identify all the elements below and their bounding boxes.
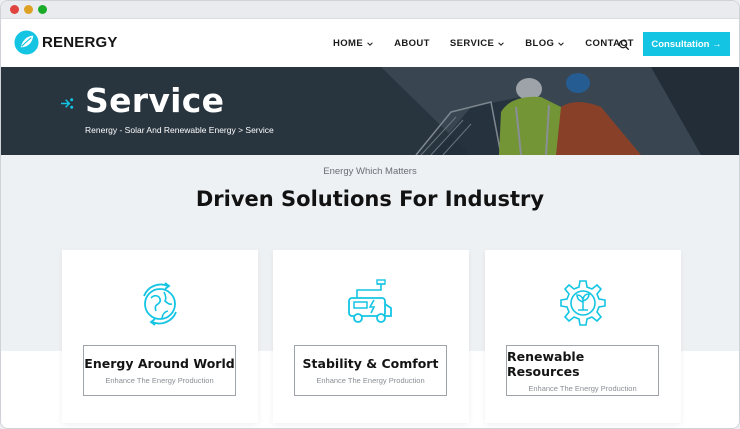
breadcrumb[interactable]: Renergy - Solar And Renewable Energy > S… [85,125,274,135]
logo-leaf-icon [14,30,39,55]
browser-window: RENERGY HOME ABOUT SERVICE BLOG CONTACT [0,0,740,429]
gear-plant-icon [560,280,606,326]
window-titlebar [1,1,739,19]
electric-van-icon [348,279,392,323]
nav-service-label: SERVICE [449,38,495,49]
nav-blog-label: BLOG [525,38,555,49]
nav-blog[interactable]: BLOG [525,38,565,49]
service-card-description: Enhance The Energy Production [105,376,214,385]
page-hero-banner: Service Renergy - Solar And Renewable En… [1,67,739,155]
logo-text: RENERGY [42,34,118,51]
hero-decoration-icon [61,98,74,109]
service-card-renewable-resources[interactable]: Renewable Resources Enhance The Energy P… [485,250,681,423]
service-card-title: Energy Around World [84,356,235,371]
main-nav: HOME ABOUT SERVICE BLOG CONTACT [333,38,634,49]
service-card-energy-around-world[interactable]: Energy Around World Enhance The Energy P… [62,250,258,423]
minimize-window-button[interactable] [24,5,33,14]
chevron-down-icon [498,41,505,46]
service-card-stability-comfort[interactable]: Stability & Comfort Enhance The Energy P… [273,250,469,423]
close-window-button[interactable] [10,5,19,14]
search-icon[interactable] [618,39,630,51]
chevron-down-icon [558,41,565,46]
service-card-label-box: Energy Around World Enhance The Energy P… [83,345,236,396]
site-header: RENERGY HOME ABOUT SERVICE BLOG CONTACT [1,19,739,67]
nav-home[interactable]: HOME [333,38,374,49]
globe-recycle-icon [143,282,177,326]
page-title: Service [85,81,225,120]
nav-about-label: ABOUT [394,38,430,49]
nav-about[interactable]: ABOUT [394,38,430,49]
service-card-label-box: Stability & Comfort Enhance The Energy P… [294,345,447,396]
nav-home-label: HOME [333,38,364,49]
service-card-description: Enhance The Energy Production [316,376,425,385]
service-card-title: Renewable Resources [507,348,585,379]
chevron-down-icon [367,41,373,46]
service-card-title: Stability & Comfort [302,356,439,371]
section-subtitle: Energy Which Matters [323,166,417,177]
consultation-button[interactable]: Consultation → [643,32,730,56]
maximize-window-button[interactable] [38,5,47,14]
service-card-label-box: Renewable Resources Enhance The Energy P… [506,345,659,396]
section-title: Driven Solutions For Industry [195,187,545,211]
nav-service[interactable]: SERVICE [450,38,505,49]
service-card-description: Enhance The Energy Production [528,383,637,393]
site-logo[interactable]: RENERGY [14,30,118,55]
